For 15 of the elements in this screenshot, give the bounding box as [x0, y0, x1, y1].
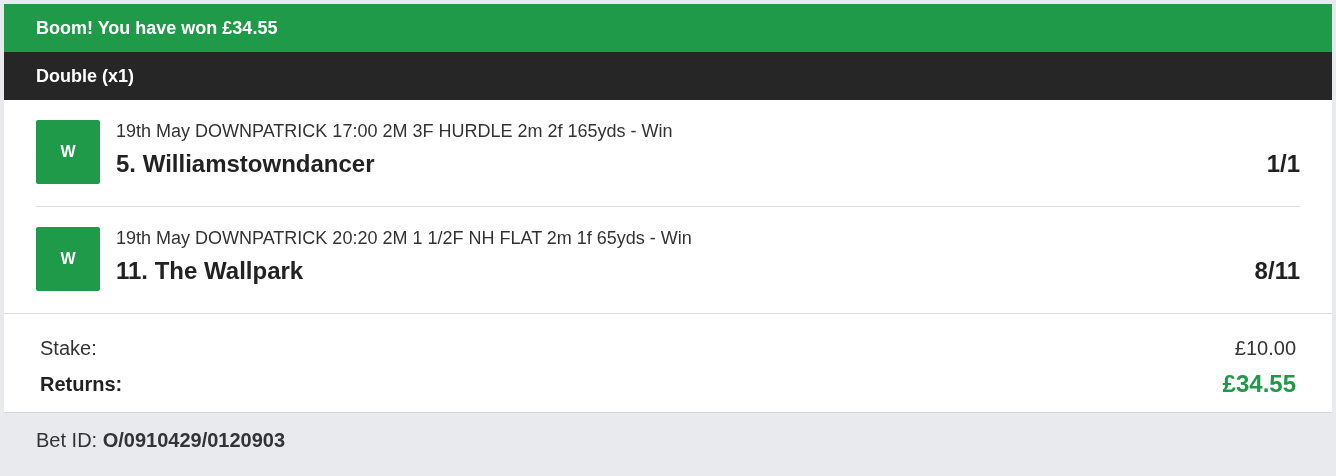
summary-value: £10.00	[1234, 336, 1296, 360]
result-badge: W	[36, 120, 100, 184]
selection-name: 5. Williamstowndancer	[116, 150, 375, 178]
summary-label: Stake:	[40, 336, 97, 360]
win-banner: Boom! You have won £34.55	[4, 4, 1332, 52]
selection-name: 11. The Wallpark	[116, 257, 304, 285]
odds-text: 8/11	[1254, 257, 1300, 285]
event-text: 19th May DOWNPATRICK 20:20 2M 1 1/2F NH FLAT 2m 1f 65yds - Win	[116, 227, 693, 249]
bet-id-text: Bet ID: O/0910429/0120903	[35, 428, 287, 453]
event-text: 19th May DOWNPATRICK 17:00 2M 3F HURDLE 2m 2f 165yds - Win	[116, 120, 674, 142]
summary-label: Returns:	[40, 372, 123, 396]
result-badge: W	[36, 227, 100, 291]
odds-text: 1/1	[1266, 150, 1300, 178]
bet-type-bar: Double (x1)	[4, 52, 1332, 100]
summary-value: £34.55	[1222, 370, 1296, 398]
